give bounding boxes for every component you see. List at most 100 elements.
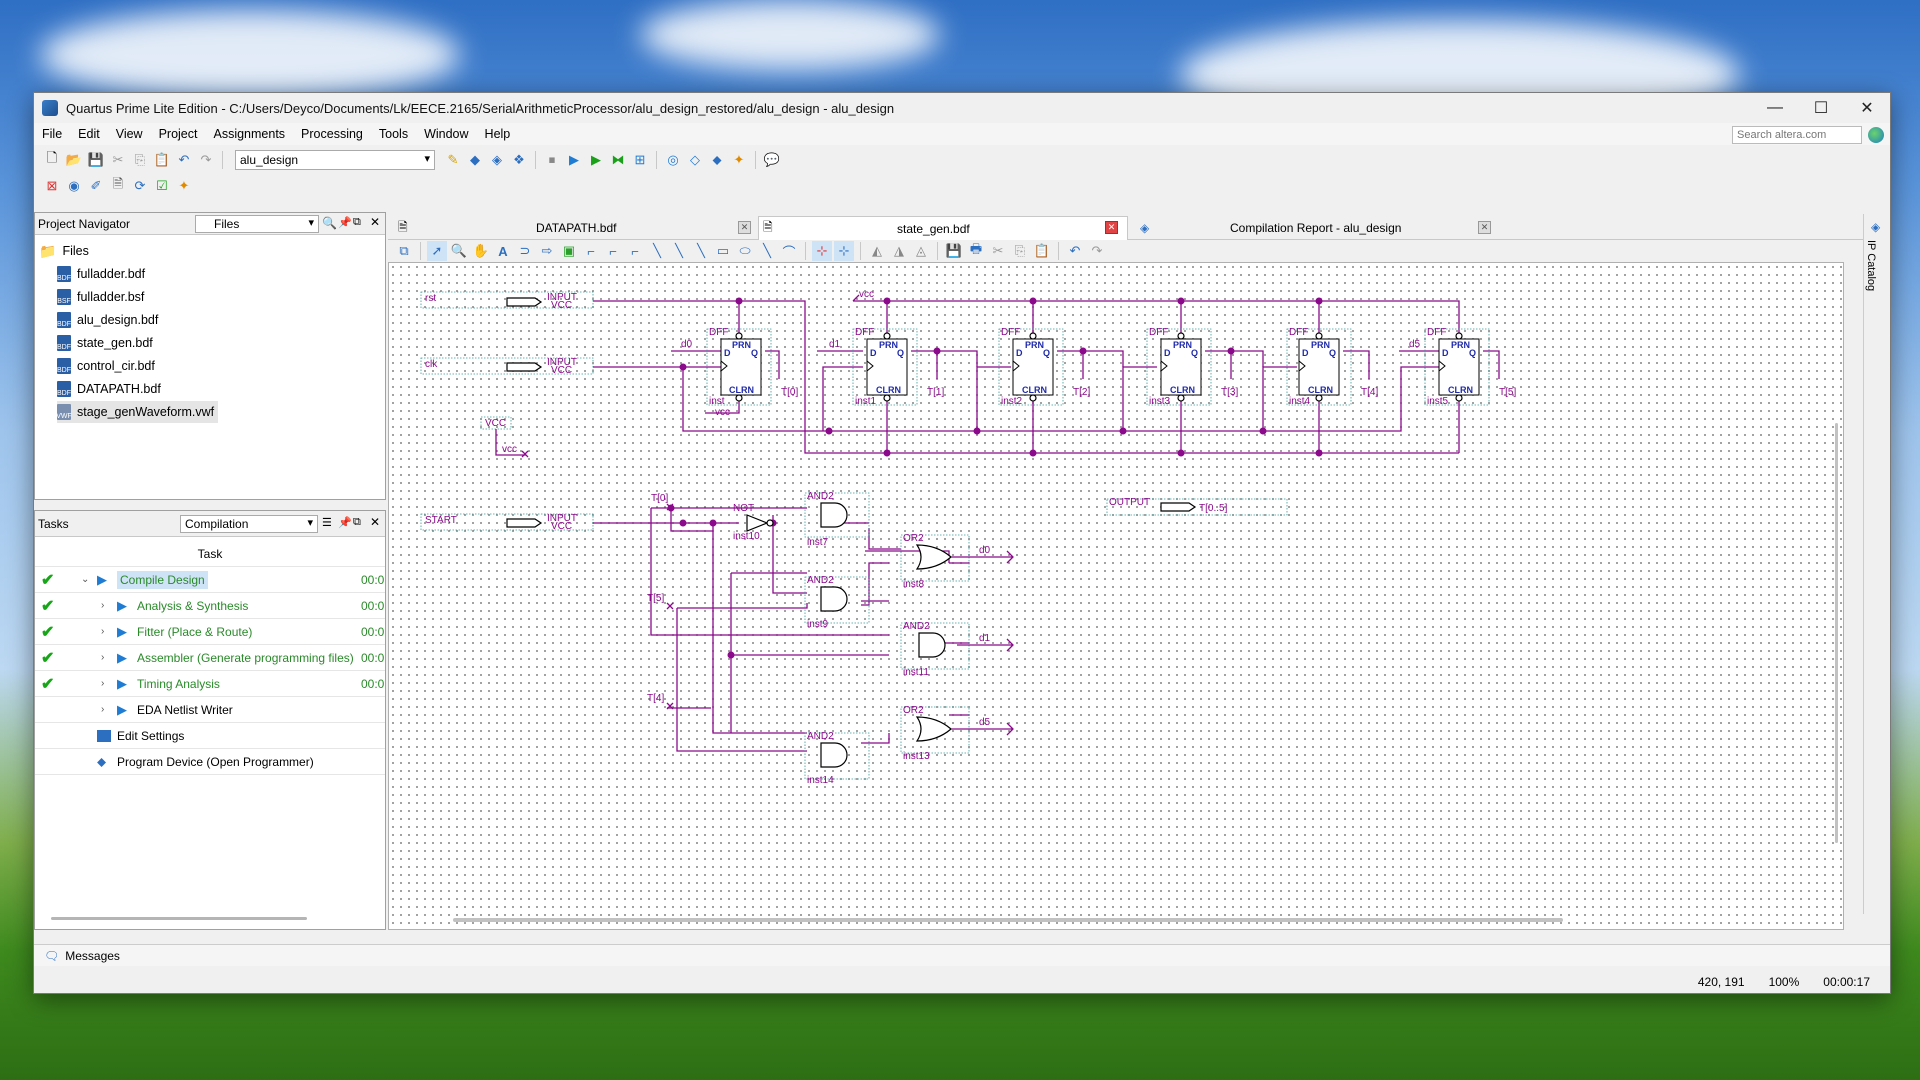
dff-inst3[interactable]: DFF PRN D Q CLRN inst3 T[3] — [1146, 327, 1238, 407]
pin-icon[interactable]: ❖ — [509, 150, 529, 170]
file-item[interactable]: BDF control_cir.bdf — [57, 355, 155, 377]
float-panel-icon[interactable]: ⧉ — [353, 516, 361, 529]
task-row[interactable]: Edit Settings — [35, 723, 385, 749]
menu-help[interactable]: Help — [477, 127, 519, 141]
flip-vertical-icon[interactable]: ◮ — [889, 241, 909, 261]
rtl-viewer-icon[interactable]: ⊠ — [42, 176, 62, 196]
orthogonal-node-icon[interactable]: ⌐ — [581, 241, 601, 261]
messages-bar[interactable]: 🗨 Messages — [34, 944, 1890, 966]
rst-input-pin[interactable]: rst INPUT VCC — [420, 291, 594, 311]
float-panel-icon[interactable]: ⧉ — [353, 216, 361, 229]
file-item[interactable]: BSF fulladder.bsf — [57, 286, 144, 308]
list-icon[interactable]: ☰ — [322, 516, 332, 529]
selection-tool-icon[interactable]: ➚ — [427, 241, 447, 261]
redo-icon[interactable]: ↷ — [196, 150, 216, 170]
edit-icon[interactable]: ✐ — [86, 176, 106, 196]
close-button[interactable]: ✕ — [1844, 93, 1890, 123]
pin-tool-icon[interactable]: ⇨ — [537, 241, 557, 261]
close-tab-icon[interactable]: ✕ — [1478, 221, 1491, 234]
check-icon[interactable]: ☑ — [152, 176, 172, 196]
file-item[interactable]: BDF fulladder.bdf — [57, 263, 145, 285]
detach-window-icon[interactable]: ⧉ — [394, 241, 414, 261]
orthogonal-bus-icon[interactable]: ⌐ — [603, 241, 623, 261]
file-item[interactable]: BDF state_gen.bdf — [57, 332, 153, 354]
and-gate-inst7[interactable]: AND2 inst7 — [804, 491, 870, 548]
chevron-right-icon[interactable]: › — [101, 652, 104, 663]
start-input-pin[interactable]: START INPUT VCC — [420, 513, 594, 532]
close-panel-icon[interactable]: ✕ — [370, 515, 380, 529]
save-icon[interactable]: 💾 — [944, 241, 964, 261]
search-icon[interactable]: 🔍 — [322, 216, 337, 230]
close-tab-icon[interactable]: ✕ — [1105, 221, 1118, 234]
or-gate-inst8[interactable]: OR2 inst8 d0 — [900, 533, 1014, 590]
save-icon[interactable]: 💾 — [86, 150, 106, 170]
and-gate-inst11[interactable]: AND2 inst11 d1 — [900, 621, 1014, 678]
help-chat-icon[interactable]: 💬 — [762, 150, 782, 170]
task-row[interactable]: › ▶ EDA Netlist Writer — [35, 697, 385, 723]
refresh-icon[interactable]: ⟳ — [130, 176, 150, 196]
start-compilation-icon[interactable]: ▶ — [564, 150, 584, 170]
menu-file[interactable]: File — [34, 127, 70, 141]
and-gate-inst9[interactable]: AND2 inst9 — [804, 575, 870, 630]
dff-inst2[interactable]: DFF PRN D Q CLRN inst2 T[2] — [998, 327, 1090, 407]
new-file-icon[interactable]: 🗋 — [42, 150, 62, 170]
task-row[interactable]: ✔ ⌄ ▶ Compile Design 00:0 — [35, 567, 385, 593]
partial-line-select-icon[interactable]: ⊹ — [834, 241, 854, 261]
chevron-down-icon[interactable]: ⌄ — [81, 574, 89, 585]
chevron-right-icon[interactable]: › — [101, 626, 104, 637]
pin-panel-icon[interactable]: 📌 — [338, 516, 352, 529]
netlist-viewer-icon[interactable]: ◎ — [663, 150, 683, 170]
assignment-editor-icon[interactable]: ◆ — [465, 150, 485, 170]
text-tool-icon[interactable]: A — [493, 241, 513, 261]
navigator-view-select[interactable]: Files — [195, 215, 319, 233]
chevron-right-icon[interactable]: › — [101, 704, 104, 715]
settings-icon[interactable]: ◈ — [487, 150, 507, 170]
dff-inst4[interactable]: DFF PRN D Q CLRN inst4 T[4] — [1286, 327, 1378, 407]
zoom-tool-icon[interactable]: 🔍 — [449, 241, 469, 261]
rectangle-tool-icon[interactable]: ▭ — [713, 241, 733, 261]
menu-window[interactable]: Window — [416, 127, 476, 141]
platform-designer-icon[interactable]: ✦ — [729, 150, 749, 170]
cut-icon[interactable]: ✂ — [108, 150, 128, 170]
pin-panel-icon[interactable]: 📌 — [338, 216, 352, 229]
clk-input-pin[interactable]: clk INPUT VCC — [420, 357, 594, 376]
vcc-symbol[interactable]: VCC vcc — [480, 416, 529, 458]
menu-view[interactable]: View — [108, 127, 151, 141]
task-row[interactable]: ⬥ Program Device (Open Programmer) — [35, 749, 385, 775]
and-gate-inst14[interactable]: AND2 inst14 — [804, 731, 870, 786]
files-root[interactable]: 📁 Files — [39, 240, 89, 262]
play-icon[interactable]: ▶ — [117, 650, 127, 666]
compilation-flow-select[interactable]: Compilation — [180, 515, 318, 533]
file-item[interactable]: BDF alu_design.bdf — [57, 309, 158, 331]
vertical-scrollbar[interactable] — [1835, 423, 1838, 843]
schematic-canvas[interactable]: .w{stroke:#8b0a8b;stroke-width:1.3;fill:… — [388, 262, 1844, 930]
symbol-tool-icon[interactable]: ⊃ — [515, 241, 535, 261]
diagonal-node-icon[interactable]: ╲ — [647, 241, 667, 261]
chip-planner-icon[interactable]: ◇ — [685, 150, 705, 170]
chevron-right-icon[interactable]: › — [101, 678, 104, 689]
copy-icon[interactable]: ⎘ — [1010, 241, 1030, 261]
paste-icon[interactable]: 📋 — [1032, 241, 1052, 261]
search-input[interactable]: Search altera.com — [1732, 126, 1862, 144]
chevron-right-icon[interactable]: › — [101, 600, 104, 611]
horizontal-scrollbar[interactable] — [51, 917, 307, 920]
programmer-icon[interactable]: ⬥ — [707, 150, 727, 170]
document-icon[interactable]: 🗎 — [108, 176, 128, 196]
pin-planner-icon[interactable]: ✎ — [443, 150, 463, 170]
timing-icon[interactable]: ⧓ — [608, 150, 628, 170]
task-row[interactable]: ✔ › ▶ Fitter (Place & Route) 00:0 — [35, 619, 385, 645]
horizontal-scrollbar[interactable] — [453, 918, 1563, 922]
task-row[interactable]: ✔ › ▶ Analysis & Synthesis 00:0 — [35, 593, 385, 619]
play-icon[interactable]: ▶ — [97, 572, 107, 588]
file-item-selected[interactable]: VWF stage_genWaveform.vwf — [56, 401, 219, 423]
output-pin[interactable]: OUTPUT T[0..5] — [1106, 497, 1288, 516]
or-gate-inst13[interactable]: OR2 inst13 d5 — [900, 705, 1014, 762]
hand-tool-icon[interactable]: ✋ — [471, 241, 491, 261]
arc-tool-icon[interactable]: ⌒ — [779, 241, 799, 261]
cut-icon[interactable]: ✂ — [988, 241, 1008, 261]
task-row[interactable]: ✔ › ▶ Timing Analysis 00:0 — [35, 671, 385, 697]
play-icon[interactable]: ▶ — [117, 624, 127, 640]
stop-icon[interactable]: ⏹ — [542, 150, 562, 170]
block-tool-icon[interactable]: ▣ — [559, 241, 579, 261]
ellipse-tool-icon[interactable]: ⬭ — [735, 241, 755, 261]
